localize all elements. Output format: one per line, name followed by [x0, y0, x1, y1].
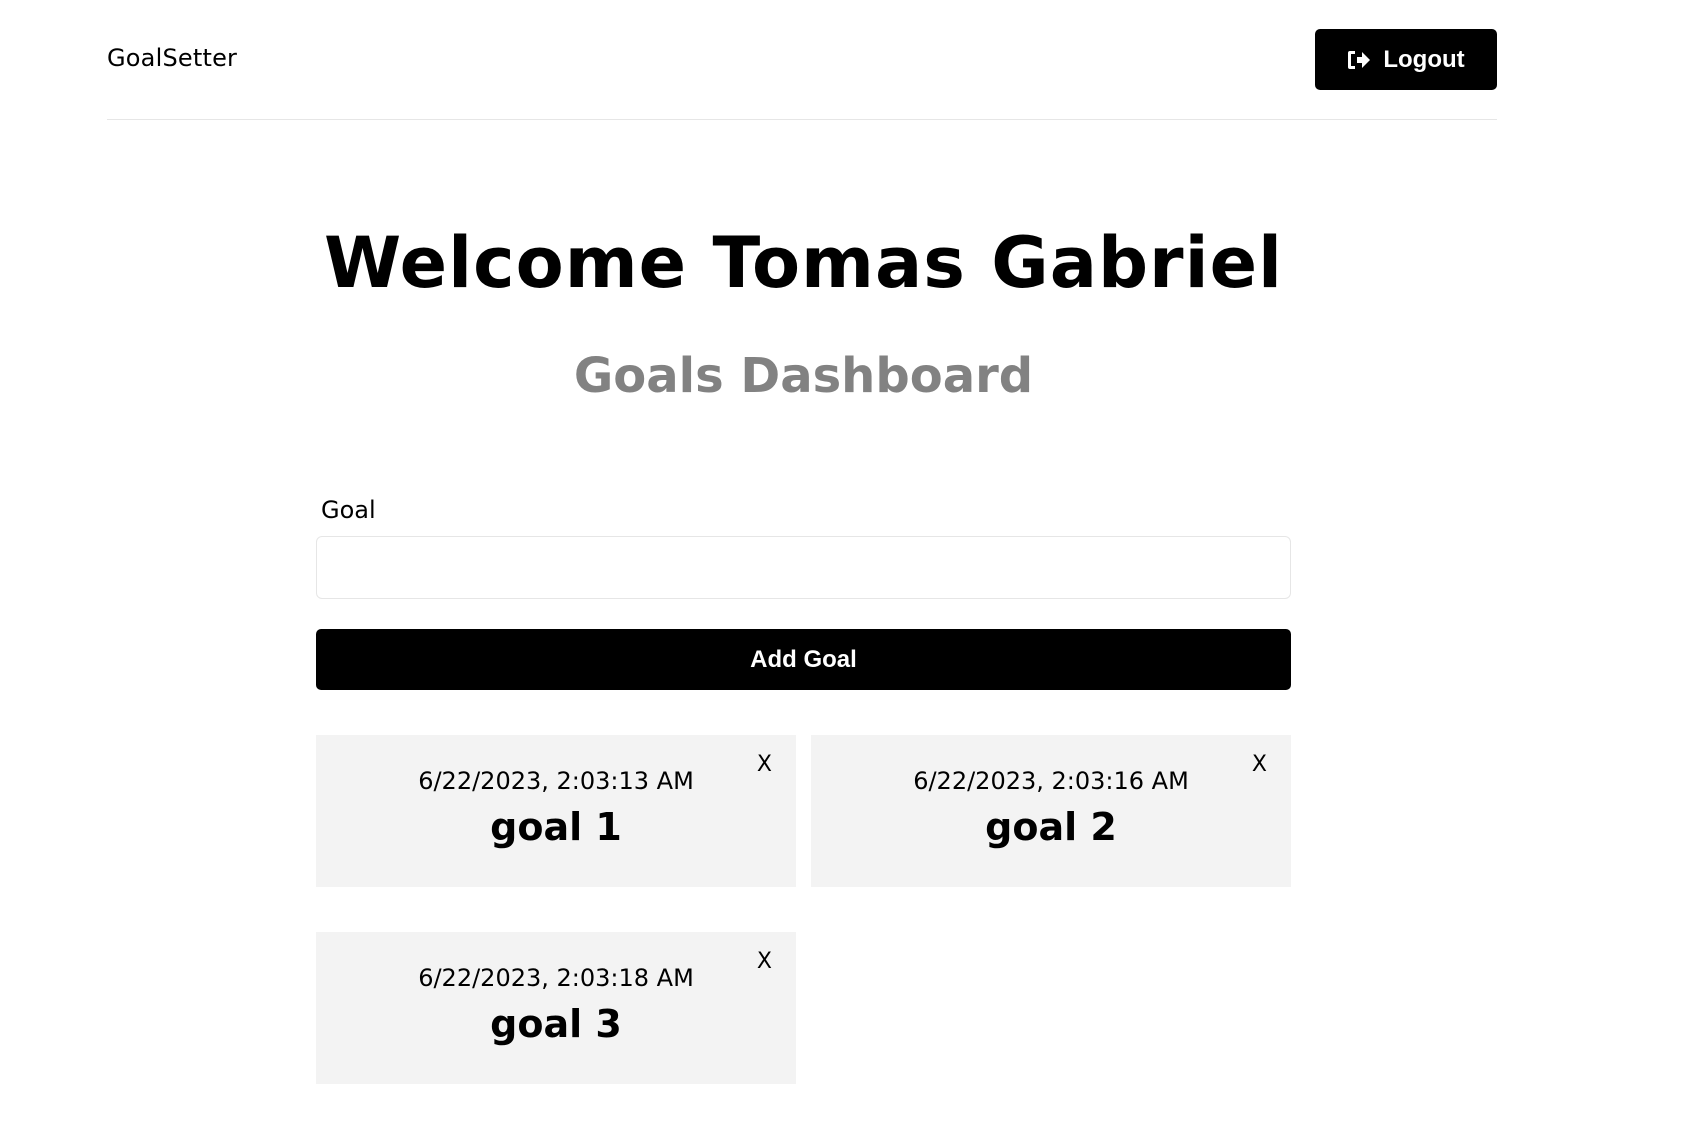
delete-goal-button[interactable]: X	[753, 945, 776, 978]
delete-goal-button[interactable]: X	[753, 748, 776, 781]
logout-button[interactable]: Logout	[1315, 29, 1497, 90]
delete-goal-button[interactable]: X	[1248, 748, 1271, 781]
goal-input[interactable]	[316, 536, 1291, 599]
goal-card: 6/22/2023, 2:03:13 AM goal 1 X	[316, 735, 796, 887]
goal-date: 6/22/2023, 2:03:13 AM	[418, 767, 694, 795]
goal-text: goal 2	[985, 805, 1117, 849]
goal-date: 6/22/2023, 2:03:18 AM	[418, 964, 694, 992]
sign-out-icon	[1347, 49, 1371, 71]
page-subtitle: Goals Dashboard	[573, 348, 1034, 404]
header: GoalSetter Logout	[107, 0, 1497, 120]
goal-form: Goal Add Goal	[316, 495, 1291, 690]
goal-text: goal 1	[490, 805, 622, 849]
add-goal-button[interactable]: Add Goal	[316, 629, 1291, 690]
logo[interactable]: GoalSetter	[107, 44, 237, 72]
page: GoalSetter Logout Welcome Tomas Gabriel …	[0, 0, 1683, 1144]
goal-card: 6/22/2023, 2:03:16 AM goal 2 X	[811, 735, 1291, 887]
welcome-heading: Welcome Tomas Gabriel	[323, 222, 1284, 304]
goal-text: goal 3	[490, 1002, 622, 1046]
goal-date: 6/22/2023, 2:03:16 AM	[913, 767, 1189, 795]
goal-card: 6/22/2023, 2:03:18 AM goal 3 X	[316, 932, 796, 1084]
goal-label: Goal	[321, 496, 376, 524]
logout-label: Logout	[1383, 45, 1465, 73]
